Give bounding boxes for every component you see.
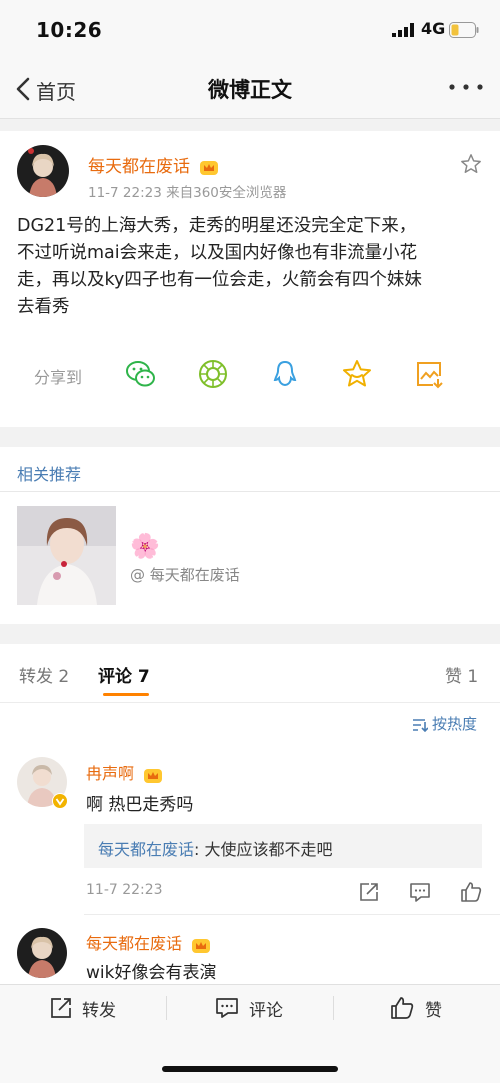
share-label: 分享到 (34, 368, 83, 387)
post-meta: 11-7 22:23 来自360安全浏览器 (88, 185, 287, 201)
comments-section (0, 644, 500, 984)
repost-icon[interactable] (49, 996, 73, 1020)
comment-text: 啊 热巴走秀吗 (86, 795, 194, 815)
commenter-avatar[interactable] (17, 928, 67, 978)
battery-icon (449, 22, 479, 38)
vip-crown-icon (144, 768, 163, 783)
home-indicator (162, 1066, 338, 1072)
vip-crown-icon (192, 938, 211, 953)
favorite-star-icon[interactable] (460, 153, 482, 175)
separator (166, 996, 167, 1020)
tab-repost[interactable]: 转发 2 (19, 662, 69, 687)
related-thumbnail[interactable] (17, 506, 116, 605)
tab-like[interactable]: 赞 1 (445, 662, 478, 687)
comment-icon[interactable] (215, 996, 239, 1020)
post-author-name[interactable]: 每天都在废话 (88, 152, 219, 177)
signal-icon (392, 23, 414, 37)
comment-button[interactable]: 评论 (249, 996, 283, 1021)
comment-author-label[interactable]: 每天都在废话 (86, 934, 182, 953)
post-author-label[interactable]: 每天都在废话 (88, 157, 190, 177)
share-comment-icon[interactable] (358, 881, 380, 903)
divider (0, 491, 500, 492)
sort-label[interactable]: 按热度 (432, 715, 477, 733)
moments-icon[interactable] (197, 358, 229, 390)
comment-author[interactable]: 每天都在废话 (86, 930, 211, 954)
related-title: 相关推荐 (17, 465, 82, 484)
repost-button[interactable]: 转发 (82, 996, 116, 1021)
like-comment-icon[interactable] (460, 881, 482, 903)
comment-author-label[interactable]: 冉声啊 (86, 764, 134, 783)
save-image-icon[interactable] (413, 358, 445, 390)
verified-badge-icon (52, 793, 68, 809)
network-label: 4G (421, 19, 446, 38)
page-title: 微博正文 (208, 78, 292, 102)
tab-comment[interactable]: 评论 7 (98, 662, 150, 687)
like-icon[interactable] (390, 996, 414, 1020)
post-body: DG21号的上海大秀，走秀的明星还没完全定下来， 不过听说mai会来走，以及国内… (17, 216, 422, 317)
tab-active-indicator (103, 693, 149, 696)
related-user[interactable]: @ 每天都在废话 (130, 564, 240, 585)
reply-comment-icon[interactable] (409, 881, 431, 903)
vip-crown-icon (200, 161, 219, 175)
comment-time: 11-7 22:23 (86, 882, 163, 898)
qq-icon[interactable] (269, 358, 301, 390)
author-avatar[interactable] (17, 145, 69, 197)
divider (84, 914, 500, 915)
more-options-icon[interactable] (446, 82, 486, 92)
sort-by-hot[interactable]: 按热度 (412, 713, 477, 734)
reply-text: : 大使应该都不走吧 (194, 840, 333, 859)
comment-author[interactable]: 冉声啊 (86, 760, 163, 784)
separator (333, 996, 334, 1020)
status-time: 10:26 (36, 18, 103, 42)
divider (0, 702, 500, 703)
reply-author[interactable]: 每天都在废话 (98, 840, 194, 859)
star-favorite-share-icon[interactable] (341, 358, 373, 390)
reply-line[interactable]: 每天都在废话: 大使应该都不走吧 (98, 836, 333, 860)
like-button[interactable]: 赞 (425, 996, 442, 1021)
comment-text: wik好像会有表演 (86, 963, 217, 983)
wechat-icon[interactable] (125, 358, 157, 390)
sort-icon (413, 718, 429, 732)
related-emoji: 🌸 (130, 532, 160, 560)
